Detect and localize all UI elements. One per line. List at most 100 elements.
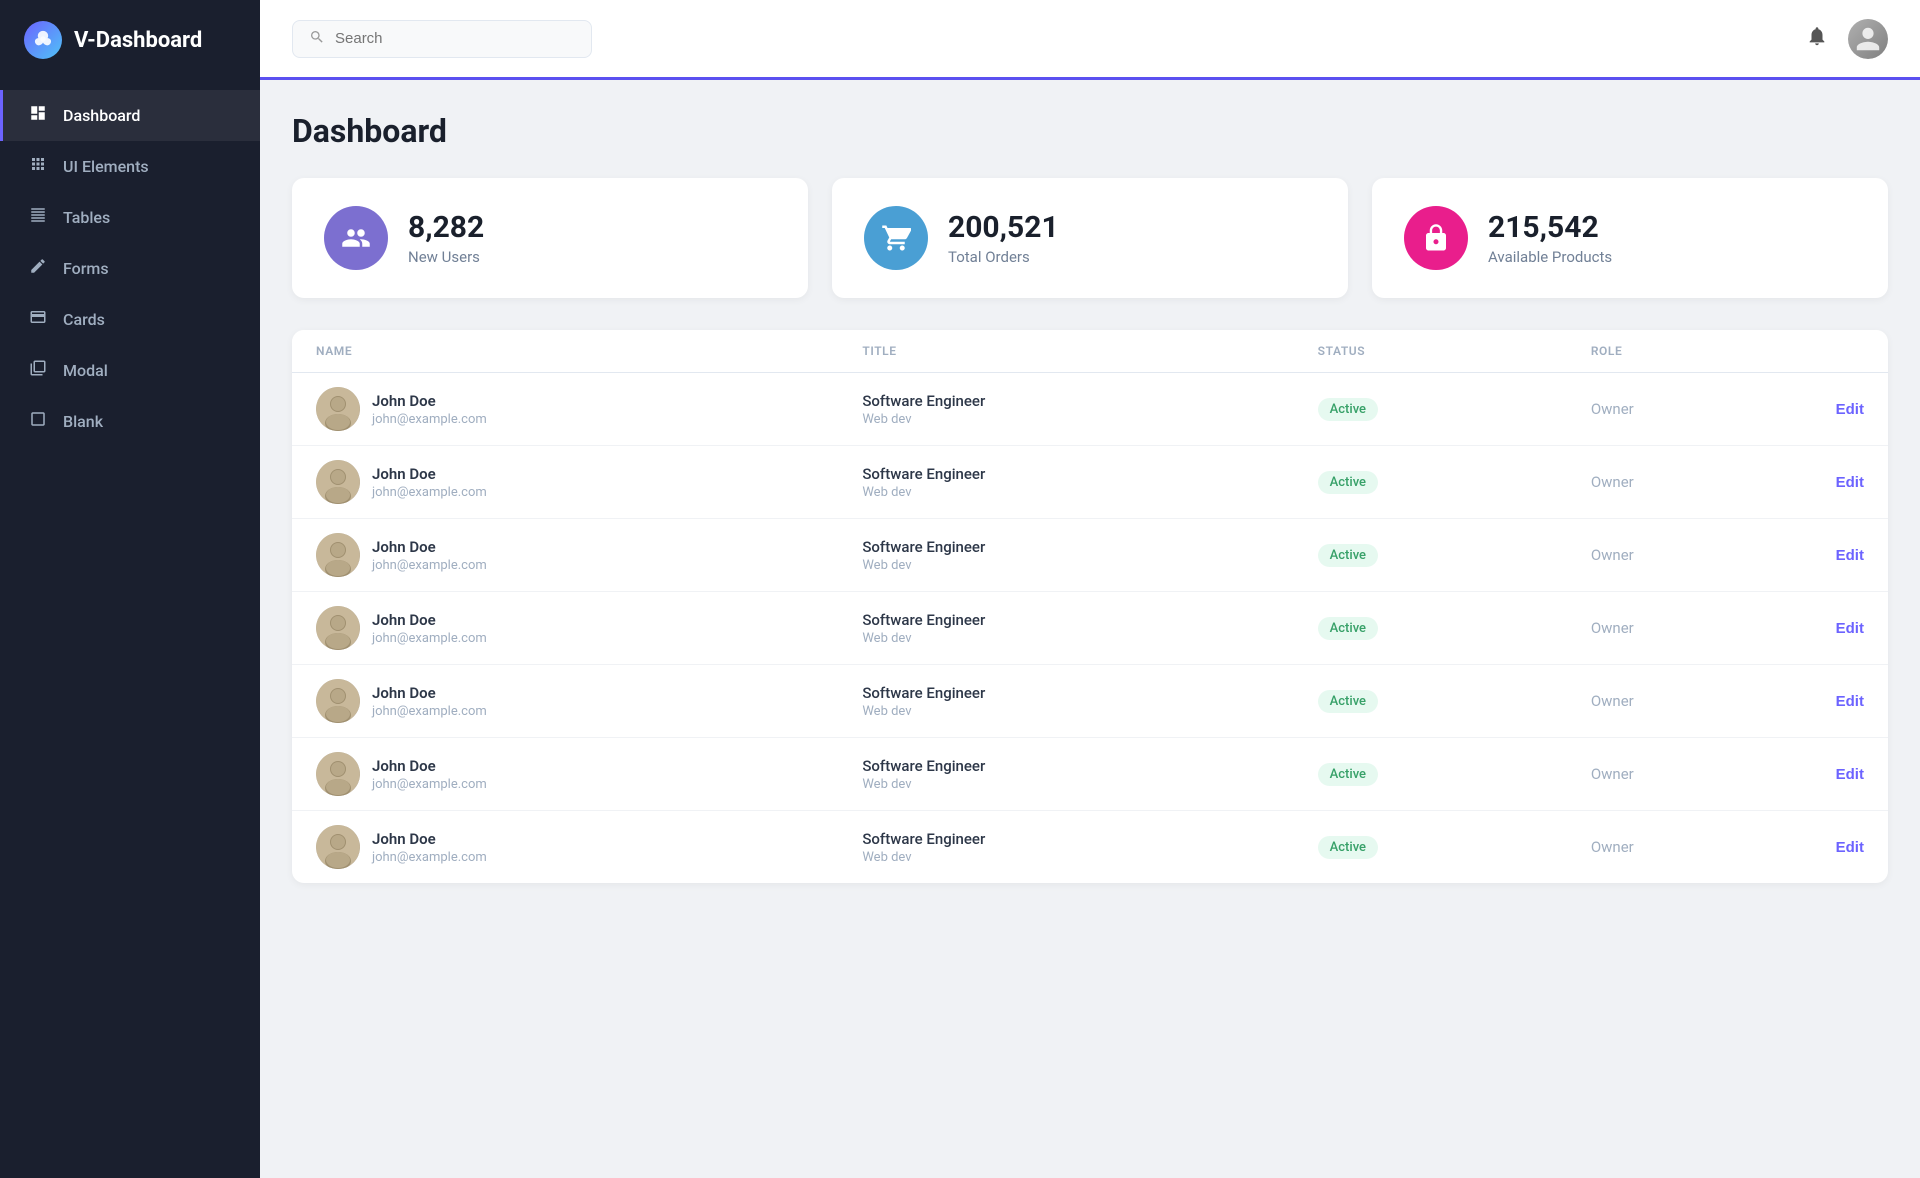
user-cell: John Doe john@example.com — [316, 752, 862, 796]
cards-icon — [27, 308, 49, 331]
user-cell: John Doe john@example.com — [316, 825, 862, 869]
role-label: Owner — [1591, 765, 1634, 783]
stat-info-new-users: 8,282 New Users — [408, 211, 484, 266]
logo-icon — [24, 21, 62, 59]
stat-value-total-orders: 200,521 — [948, 211, 1059, 244]
user-name: John Doe — [372, 684, 487, 702]
user-name: John Doe — [372, 757, 487, 775]
user-cell: John Doe john@example.com — [316, 606, 862, 650]
user-avatar[interactable] — [1848, 19, 1888, 59]
sidebar-item-cards[interactable]: Cards — [0, 294, 260, 345]
role-label: Owner — [1591, 692, 1634, 710]
status-cell: Active — [1318, 398, 1591, 421]
job-title: Software Engineer — [862, 684, 1317, 702]
status-cell: Active — [1318, 836, 1591, 859]
status-badge: Active — [1318, 544, 1378, 567]
modal-icon — [27, 359, 49, 382]
stat-card-new-users: 8,282 New Users — [292, 178, 808, 298]
search-box[interactable] — [292, 20, 592, 58]
sidebar-item-modal[interactable]: Modal — [0, 345, 260, 396]
sidebar-item-blank[interactable]: Blank — [0, 396, 260, 447]
main-area: Dashboard 8,282 New Users 200,521 Total … — [260, 0, 1920, 1178]
title-cell: Software Engineer Web dev — [862, 830, 1317, 865]
job-subtitle: Web dev — [862, 777, 1317, 792]
role-label: Owner — [1591, 838, 1634, 856]
job-title: Software Engineer — [862, 830, 1317, 848]
table-row: John Doe john@example.com Software Engin… — [292, 811, 1888, 883]
stat-value-available-products: 215,542 — [1488, 211, 1612, 244]
role-cell: Owner Edit — [1591, 473, 1864, 491]
users-table: NAME TITLE STATUS ROLE — [292, 330, 1888, 883]
user-email: john@example.com — [372, 777, 487, 792]
status-badge: Active — [1318, 471, 1378, 494]
search-input[interactable] — [335, 30, 575, 47]
topbar-right — [1806, 19, 1888, 59]
sidebar-label-cards: Cards — [63, 310, 105, 329]
table-body: John Doe john@example.com Software Engin… — [292, 373, 1888, 883]
role-cell: Owner Edit — [1591, 838, 1864, 856]
sidebar-item-dashboard[interactable]: Dashboard — [0, 90, 260, 141]
user-thumbnail — [316, 460, 360, 504]
stat-card-total-orders: 200,521 Total Orders — [832, 178, 1348, 298]
user-thumbnail — [316, 679, 360, 723]
status-badge: Active — [1318, 617, 1378, 640]
title-cell: Software Engineer Web dev — [862, 465, 1317, 500]
user-email: john@example.com — [372, 485, 487, 500]
job-subtitle: Web dev — [862, 631, 1317, 646]
edit-button[interactable]: Edit — [1836, 693, 1864, 710]
user-thumbnail — [316, 387, 360, 431]
job-title: Software Engineer — [862, 392, 1317, 410]
stat-label-new-users: New Users — [408, 248, 484, 266]
stat-value-new-users: 8,282 — [408, 211, 484, 244]
sidebar-item-tables[interactable]: Tables — [0, 192, 260, 243]
table-header: NAME TITLE STATUS ROLE — [292, 330, 1888, 373]
stats-row: 8,282 New Users 200,521 Total Orders 2 — [292, 178, 1888, 298]
sidebar-logo: V-Dashboard — [0, 0, 260, 80]
sidebar-navigation: Dashboard UI Elements Tables Forms Cards — [0, 80, 260, 457]
table-row: John Doe john@example.com Software Engin… — [292, 446, 1888, 519]
role-label: Owner — [1591, 473, 1634, 491]
edit-button[interactable]: Edit — [1836, 547, 1864, 564]
edit-button[interactable]: Edit — [1836, 766, 1864, 783]
col-header-role: ROLE — [1591, 344, 1864, 358]
sidebar-label-ui-elements: UI Elements — [63, 157, 149, 176]
edit-button[interactable]: Edit — [1836, 839, 1864, 856]
sidebar-item-ui-elements[interactable]: UI Elements — [0, 141, 260, 192]
user-name: John Doe — [372, 465, 487, 483]
title-cell: Software Engineer Web dev — [862, 611, 1317, 646]
table-row: John Doe john@example.com Software Engin… — [292, 373, 1888, 446]
role-cell: Owner Edit — [1591, 400, 1864, 418]
blank-icon — [27, 410, 49, 433]
total-orders-icon — [864, 206, 928, 270]
title-cell: Software Engineer Web dev — [862, 684, 1317, 719]
user-thumbnail — [316, 825, 360, 869]
topbar — [260, 0, 1920, 80]
edit-button[interactable]: Edit — [1836, 474, 1864, 491]
edit-button[interactable]: Edit — [1836, 620, 1864, 637]
user-email: john@example.com — [372, 704, 487, 719]
sidebar-label-forms: Forms — [63, 259, 109, 278]
job-subtitle: Web dev — [862, 485, 1317, 500]
status-cell: Active — [1318, 617, 1591, 640]
user-email: john@example.com — [372, 631, 487, 646]
content-area: Dashboard 8,282 New Users 200,521 Total … — [260, 80, 1920, 1178]
status-badge: Active — [1318, 690, 1378, 713]
status-cell: Active — [1318, 690, 1591, 713]
role-cell: Owner Edit — [1591, 765, 1864, 783]
status-badge: Active — [1318, 763, 1378, 786]
col-header-name: NAME — [316, 344, 862, 358]
search-icon — [309, 29, 325, 49]
user-cell: John Doe john@example.com — [316, 460, 862, 504]
status-cell: Active — [1318, 544, 1591, 567]
edit-button[interactable]: Edit — [1836, 401, 1864, 418]
notification-bell-icon[interactable] — [1806, 25, 1828, 52]
forms-icon — [27, 257, 49, 280]
sidebar-item-forms[interactable]: Forms — [0, 243, 260, 294]
tables-icon — [27, 206, 49, 229]
avatar-image — [1848, 19, 1888, 59]
table-row: John Doe john@example.com Software Engin… — [292, 592, 1888, 665]
job-title: Software Engineer — [862, 757, 1317, 775]
table-row: John Doe john@example.com Software Engin… — [292, 665, 1888, 738]
user-email: john@example.com — [372, 850, 487, 865]
user-thumbnail — [316, 606, 360, 650]
